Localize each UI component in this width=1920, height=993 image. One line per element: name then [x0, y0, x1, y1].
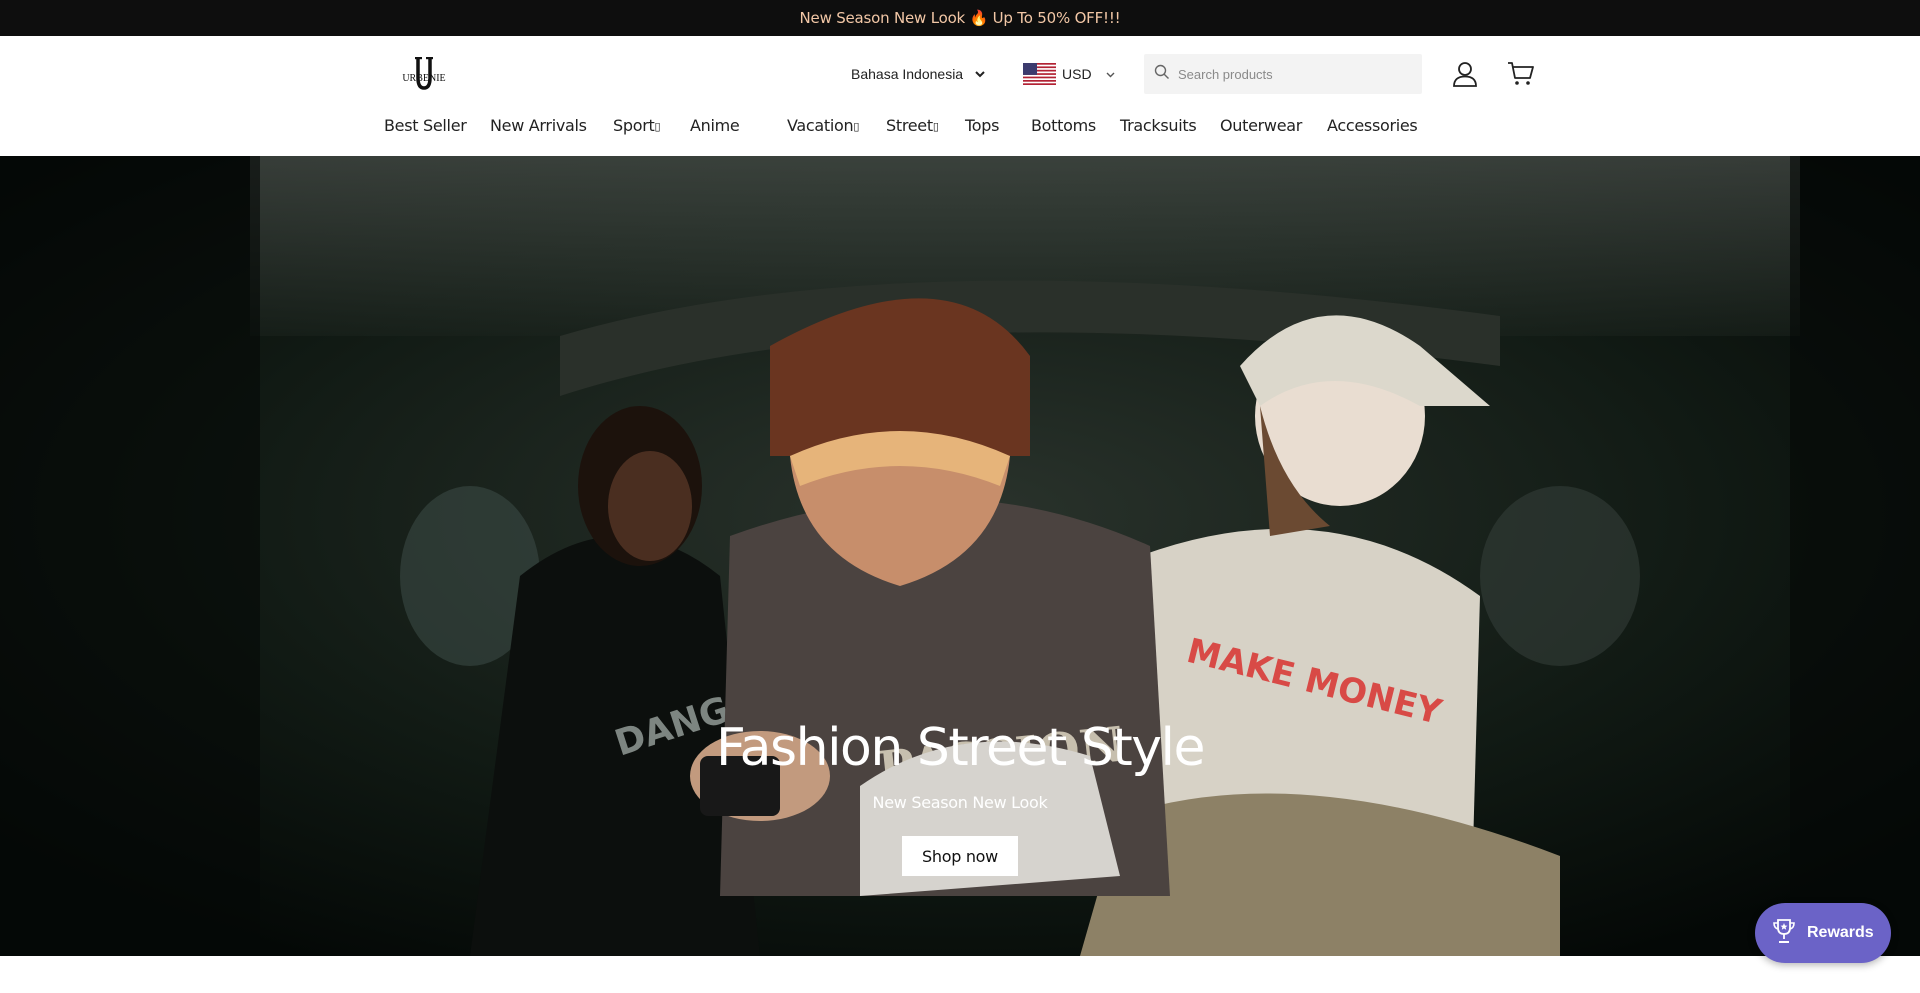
search-icon[interactable]	[1154, 64, 1170, 85]
hero-title: Fashion Street Style	[716, 718, 1205, 778]
nav-item-sport[interactable]: Sport▯	[613, 116, 661, 135]
hero-subtitle: New Season New Look	[872, 793, 1048, 812]
dropdown-icon: ▯	[932, 120, 939, 133]
nav-label: Street	[886, 116, 933, 135]
trophy-icon	[1771, 917, 1797, 950]
language-selector[interactable]: Bahasa Indonesia	[851, 64, 985, 84]
rewards-label: Rewards	[1807, 924, 1874, 941]
announcement-text: New Season New Look 🔥 Up To 50% OFF!!!	[799, 9, 1121, 27]
nav-item-tops[interactable]: Tops	[965, 116, 999, 135]
chevron-down-icon	[975, 65, 985, 83]
dropdown-icon: ▯	[853, 120, 860, 133]
nav-item-tracksuits[interactable]: Tracksuits	[1120, 116, 1197, 135]
dropdown-icon: ▯	[654, 120, 661, 133]
currency-label: USD	[1062, 66, 1092, 82]
nav-item-bottoms[interactable]: Bottoms	[1031, 116, 1096, 135]
hero-banner: DANGEROUS MAKE MONEY PASSION Fashion Str…	[0, 156, 1920, 956]
language-label: Bahasa Indonesia	[851, 66, 964, 82]
nav-item-anime[interactable]: Anime	[690, 116, 740, 135]
site-logo[interactable]: URBENIE	[396, 56, 452, 92]
nav-item-new-arrivals[interactable]: New Arrivals	[490, 116, 587, 135]
us-flag-icon	[1023, 63, 1056, 85]
search-input[interactable]	[1178, 66, 1408, 82]
rewards-button[interactable]: Rewards	[1755, 903, 1891, 963]
nav-item-accessories[interactable]: Accessories	[1327, 116, 1418, 135]
announcement-bar: New Season New Look 🔥 Up To 50% OFF!!!	[0, 0, 1920, 36]
nav-item-vacation[interactable]: Vacation▯	[787, 116, 859, 135]
nav-label: Sport	[613, 116, 655, 135]
nav-label: Vacation	[787, 116, 854, 135]
main-nav: Best Seller New Arrivals Sport▯ Anime Va…	[0, 116, 1920, 146]
nav-item-outerwear[interactable]: Outerwear	[1220, 116, 1302, 135]
currency-selector[interactable]: USD	[1023, 62, 1115, 86]
account-icon[interactable]	[1451, 60, 1479, 88]
nav-item-best-seller[interactable]: Best Seller	[384, 116, 467, 135]
shop-now-button[interactable]: Shop now	[902, 836, 1018, 876]
nav-item-street[interactable]: Street▯	[886, 116, 939, 135]
site-header: URBENIE Bahasa Indonesia USD Search prod…	[0, 36, 1920, 156]
cart-icon[interactable]	[1507, 60, 1535, 88]
search-bar	[1144, 54, 1422, 94]
chevron-down-icon	[1106, 65, 1115, 83]
logo-text: URBENIE	[402, 73, 445, 84]
